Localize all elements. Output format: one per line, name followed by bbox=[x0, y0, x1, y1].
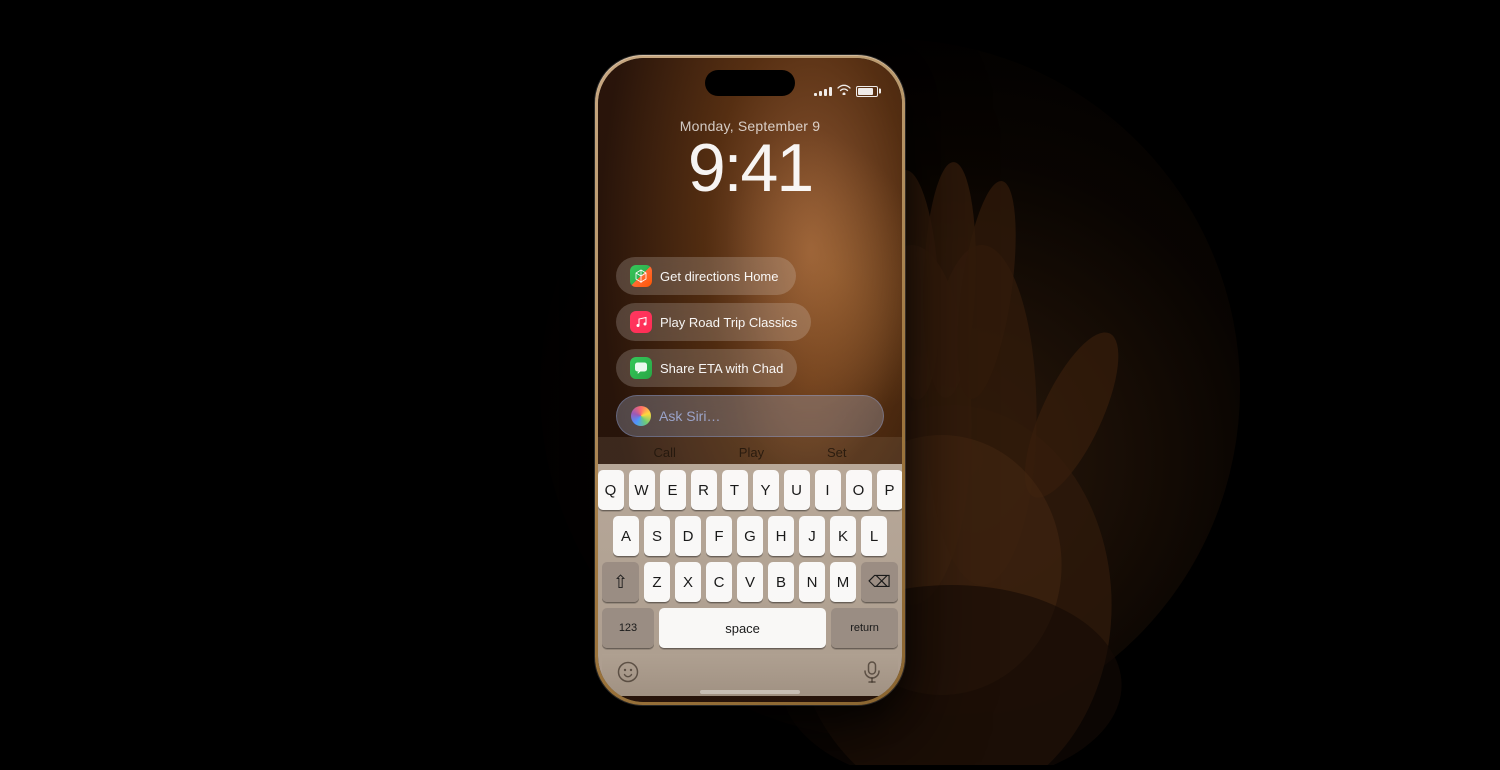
key-f[interactable]: F bbox=[706, 516, 732, 556]
key-return[interactable]: return bbox=[831, 608, 898, 648]
key-d[interactable]: D bbox=[675, 516, 701, 556]
siri-input-area: Ask Siri… bbox=[598, 395, 902, 437]
key-c[interactable]: C bbox=[706, 562, 732, 602]
key-shift[interactable]: ⇧ bbox=[602, 562, 639, 602]
suggestion-directions-text: Get directions Home bbox=[660, 269, 779, 284]
key-v[interactable]: V bbox=[737, 562, 763, 602]
suggestion-eta-text: Share ETA with Chad bbox=[660, 361, 783, 376]
suggestion-directions[interactable]: Get directions Home bbox=[616, 257, 796, 295]
key-t[interactable]: T bbox=[722, 470, 748, 510]
keyboard-row-3: ⇧ Z X C V B N M ⌫ bbox=[602, 562, 898, 602]
key-u[interactable]: U bbox=[784, 470, 810, 510]
key-delete[interactable]: ⌫ bbox=[861, 562, 898, 602]
key-123[interactable]: 123 bbox=[602, 608, 654, 648]
siri-input-bar[interactable]: Ask Siri… bbox=[616, 395, 884, 437]
siri-suggestions: Get directions Home Play Road Trip Class… bbox=[598, 257, 902, 387]
key-r[interactable]: R bbox=[691, 470, 717, 510]
mic-icon[interactable] bbox=[854, 654, 890, 690]
home-indicator bbox=[700, 690, 800, 694]
messages-app-icon bbox=[630, 357, 652, 379]
key-m[interactable]: M bbox=[830, 562, 856, 602]
siri-orb-icon bbox=[631, 406, 651, 426]
keyboard: Q W E R T Y U I O P A S bbox=[598, 464, 902, 696]
keyboard-row-2: A S D F G H J K L bbox=[602, 516, 898, 556]
key-h[interactable]: H bbox=[768, 516, 794, 556]
keyboard-row-4: 123 space return bbox=[602, 608, 898, 648]
keyboard-row-1: Q W E R T Y U I O P bbox=[602, 470, 898, 510]
key-a[interactable]: A bbox=[613, 516, 639, 556]
suggestion-messages[interactable]: Share ETA with Chad bbox=[616, 349, 797, 387]
key-w[interactable]: W bbox=[629, 470, 655, 510]
shortcut-set[interactable]: Set bbox=[827, 445, 847, 460]
key-l[interactable]: L bbox=[861, 516, 887, 556]
dynamic-island bbox=[705, 70, 795, 96]
maps-app-icon bbox=[630, 265, 652, 287]
shortcut-play[interactable]: Play bbox=[739, 445, 764, 460]
keyboard-shortcuts-row: Call Play Set bbox=[598, 437, 902, 464]
emoji-icon[interactable] bbox=[610, 654, 646, 690]
key-q[interactable]: Q bbox=[598, 470, 624, 510]
key-x[interactable]: X bbox=[675, 562, 701, 602]
shortcut-call[interactable]: Call bbox=[653, 445, 675, 460]
key-g[interactable]: G bbox=[737, 516, 763, 556]
key-s[interactable]: S bbox=[644, 516, 670, 556]
key-y[interactable]: Y bbox=[753, 470, 779, 510]
key-k[interactable]: K bbox=[830, 516, 856, 556]
key-i[interactable]: I bbox=[815, 470, 841, 510]
scene: Monday, September 9 9:41 Get directions … bbox=[0, 0, 1500, 750]
suggestion-music[interactable]: Play Road Trip Classics bbox=[616, 303, 811, 341]
signal-bars-icon bbox=[814, 87, 832, 96]
battery-icon bbox=[856, 86, 878, 97]
key-o[interactable]: O bbox=[846, 470, 872, 510]
key-n[interactable]: N bbox=[799, 562, 825, 602]
suggestion-music-text: Play Road Trip Classics bbox=[660, 315, 797, 330]
key-p[interactable]: P bbox=[877, 470, 903, 510]
key-space[interactable]: space bbox=[659, 608, 826, 648]
iphone-frame: Monday, September 9 9:41 Get directions … bbox=[595, 55, 905, 705]
key-e[interactable]: E bbox=[660, 470, 686, 510]
key-b[interactable]: B bbox=[768, 562, 794, 602]
lock-datetime: Monday, September 9 9:41 bbox=[598, 110, 902, 202]
key-j[interactable]: J bbox=[799, 516, 825, 556]
key-z[interactable]: Z bbox=[644, 562, 670, 602]
music-app-icon bbox=[630, 311, 652, 333]
iphone-screen: Monday, September 9 9:41 Get directions … bbox=[598, 58, 902, 702]
lock-time: 9:41 bbox=[598, 134, 902, 202]
wifi-icon bbox=[837, 84, 851, 98]
phone-wrapper: Monday, September 9 9:41 Get directions … bbox=[595, 55, 905, 705]
siri-placeholder-text: Ask Siri… bbox=[659, 408, 869, 424]
